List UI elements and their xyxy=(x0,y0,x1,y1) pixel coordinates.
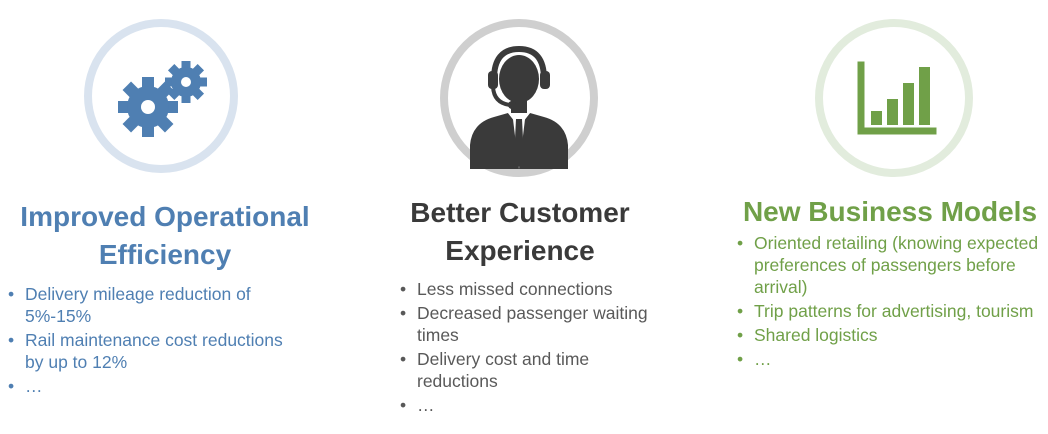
customer-title: Better Customer Experience xyxy=(395,194,645,270)
list-item: Rail maintenance cost reductions by up t… xyxy=(8,329,298,373)
list-item: Delivery cost and time reductions xyxy=(400,348,660,392)
business-icon-circle xyxy=(815,19,973,177)
bar-chart-icon xyxy=(857,61,937,135)
customer-support-headset-icon xyxy=(470,45,568,169)
customer-bullet-list: Less missed connections Decreased passen… xyxy=(400,278,660,418)
list-item: … xyxy=(8,375,298,397)
list-item: Oriented retailing (knowing expected pre… xyxy=(737,232,1042,298)
efficiency-icon-circle xyxy=(84,19,238,173)
efficiency-title-line2: Efficiency xyxy=(98,239,232,270)
list-item: Trip patterns for advertising, tourism xyxy=(737,300,1042,322)
customer-title-line2: Experience xyxy=(445,235,595,266)
list-item: … xyxy=(737,348,1042,370)
business-models-bullet-list: Oriented retailing (knowing expected pre… xyxy=(737,232,1042,372)
list-item: Delivery mileage reduction of 5%-15% xyxy=(8,283,298,327)
list-item: Shared logistics xyxy=(737,324,1042,346)
efficiency-title-line1: Improved Operational xyxy=(20,201,310,232)
customer-icon-circle xyxy=(440,19,598,177)
gears-icon xyxy=(118,61,207,137)
customer-title-line1: Better Customer xyxy=(410,197,630,228)
list-item: … xyxy=(400,394,660,416)
list-item: Decreased passenger waiting times xyxy=(400,302,660,346)
list-item: Less missed connections xyxy=(400,278,660,300)
business-models-title: New Business Models xyxy=(742,196,1038,227)
efficiency-title: Improved Operational Efficiency xyxy=(0,198,330,274)
efficiency-bullet-list: Delivery mileage reduction of 5%-15% Rai… xyxy=(8,283,298,399)
